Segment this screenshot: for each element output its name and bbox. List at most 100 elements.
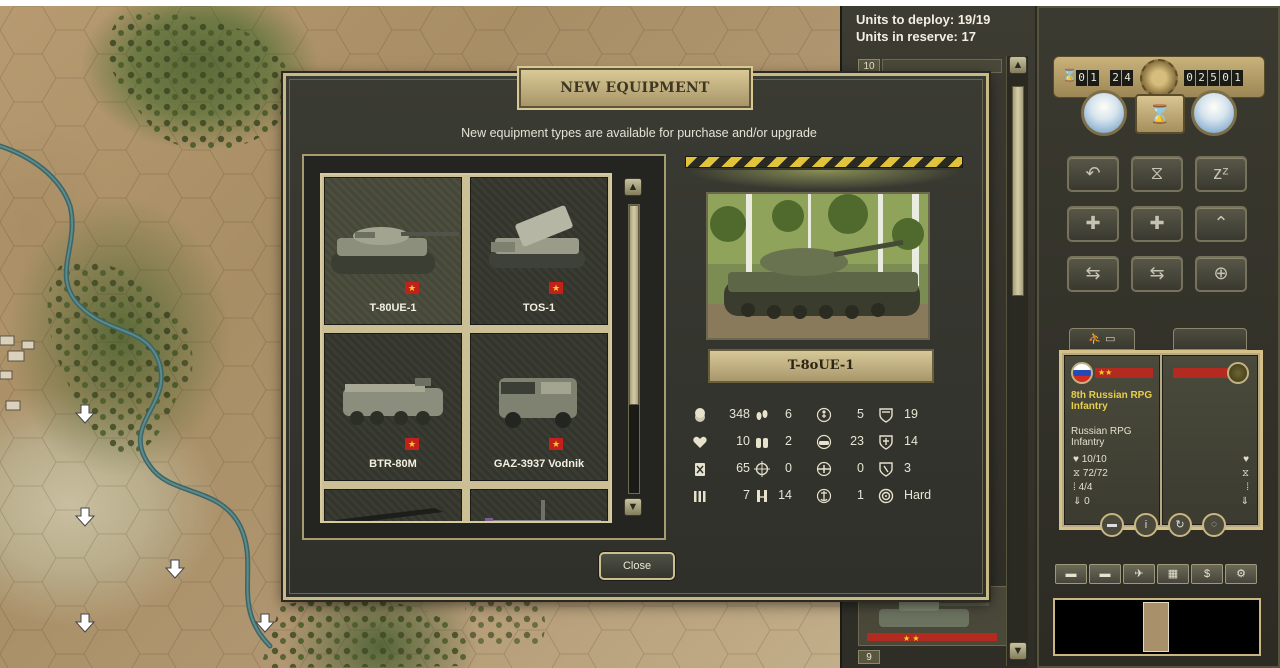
supply-button[interactable]: ⧖ <box>1131 156 1183 192</box>
flag-icon: ★ <box>549 438 563 450</box>
embark-button[interactable]: ⇆ <box>1067 256 1119 292</box>
naval-target-icon <box>816 488 832 504</box>
card-buttons: ▬ i ↻ ◌ <box>1100 513 1230 539</box>
scroll-thumb[interactable] <box>629 205 639 405</box>
rank-stars: ★★ <box>1095 368 1153 378</box>
ammo-icon: ⁞ <box>1246 482 1249 493</box>
dialog-subtitle: New equipment types are available for pu… <box>461 126 817 140</box>
scroll-up-button[interactable]: ▲ <box>1009 56 1027 74</box>
unit-type: Russian RPG Infantry <box>1071 426 1132 448</box>
turn-max: 24 <box>1110 68 1134 86</box>
scroll-thumb[interactable] <box>1012 86 1024 296</box>
purchase-button[interactable]: $ <box>1191 564 1223 584</box>
equipment-tile[interactable] <box>324 489 462 521</box>
air-filter-button[interactable]: ✈ <box>1123 564 1155 584</box>
transport-button[interactable]: ⇆ <box>1131 256 1183 292</box>
equipment-tile[interactable]: ★ TOS-1 <box>470 177 608 325</box>
hourglass-icon: ⌛ <box>1062 68 1077 82</box>
flag-icon: ★ <box>405 438 419 450</box>
upgrade-button[interactable]: ⌃ <box>1195 206 1247 242</box>
unit-info-card: ★★ 8th Russian RPG Infantry Russian RPG … <box>1059 350 1263 537</box>
weather-gauge-icon[interactable] <box>1191 90 1237 136</box>
stat-item: 14 <box>754 485 792 505</box>
turn-counter-plate: ⌛ 01 24 02501 <box>1053 56 1265 98</box>
stat-item: 0 <box>754 458 792 478</box>
t80-tank-icon <box>331 227 459 274</box>
experience-icon: ⇓ <box>1240 496 1249 507</box>
hard-target-icon <box>816 434 832 450</box>
coins-icon <box>692 407 708 423</box>
target-button[interactable]: ⊕ <box>1195 256 1247 292</box>
settings-button[interactable]: ⚙ <box>1225 564 1257 584</box>
stat-item: 7 <box>692 485 750 505</box>
fuel-icon: ⧖ <box>1241 468 1249 479</box>
minimap[interactable] <box>1053 598 1261 656</box>
scroll-track[interactable] <box>628 204 640 494</box>
heart-icon <box>692 434 708 450</box>
stat-item: Hard <box>878 485 944 505</box>
minimap-viewport[interactable] <box>1143 602 1169 652</box>
close-button[interactable]: Close <box>599 552 675 580</box>
stat-item: 0 <box>816 458 864 478</box>
tab-infantry[interactable]: ⛹ ▭ <box>1069 328 1135 350</box>
tos1-launcher-icon <box>489 205 585 268</box>
unit-stats: 348 6 5 19 10 2 23 14 65 0 0 3 7 14 1 Hard <box>692 404 962 516</box>
stat-value: 6 <box>785 407 792 421</box>
reinforce-button[interactable]: ✚ <box>1067 206 1119 242</box>
end-turn-hourglass-icon[interactable]: ⌛ <box>1135 94 1185 134</box>
command-panel: ⌛ 01 24 02501 ⌛ ↶ ⧖ zᶻ ✚ ✚ ⌃ ⇆ ⇆ ⊕ ⛹ ▭ ★… <box>1037 6 1280 668</box>
stat-value: Hard <box>904 488 932 502</box>
rank-stars <box>1173 368 1233 378</box>
weather-gauge-icon[interactable] <box>1081 90 1127 136</box>
target-type-icon <box>878 488 894 504</box>
chat-icon[interactable]: ◌ <box>1202 513 1226 537</box>
binoculars-icon <box>754 434 770 450</box>
new-equipment-dialog: NEW EQUIPMENT New equipment types are av… <box>283 66 989 600</box>
grid-button[interactable]: ▦ <box>1157 564 1189 584</box>
gear-icon[interactable] <box>1140 59 1178 97</box>
spotlight <box>686 170 962 190</box>
scroll-down-button[interactable]: ▼ <box>624 498 642 516</box>
equipment-tile[interactable]: ★ GAZ-3937 Vodnik <box>470 333 608 481</box>
equipment-list-panel: ★ T-80UE-1 ★ TOS-1 ★ BTR-80M ★ GAZ-3937 … <box>302 154 666 540</box>
units-in-reserve: Units in reserve: 17 <box>856 29 976 44</box>
tank-filter-button[interactable]: ▬ <box>1055 564 1087 584</box>
info-icon[interactable]: i <box>1134 513 1158 537</box>
equipment-tile[interactable]: ★ BTR-80M <box>324 333 462 481</box>
tab-transport[interactable] <box>1173 328 1247 350</box>
vehicle-filter-button[interactable]: ▬ <box>1089 564 1121 584</box>
equipment-name: T-80UE-1 <box>369 302 417 314</box>
unit-slot[interactable] <box>882 59 1002 73</box>
scroll-up-button[interactable]: ▲ <box>624 178 642 196</box>
stat-value: 3 <box>904 461 911 475</box>
deploy-arrow-icon <box>74 613 96 633</box>
rotate-icon[interactable]: ↻ <box>1168 513 1192 537</box>
list-scrollbar[interactable]: ▲ ▼ <box>624 178 644 518</box>
stat-item: 19 <box>878 404 944 424</box>
equipment-tile[interactable] <box>470 489 608 521</box>
ammo-icon <box>692 488 708 504</box>
stat-item: 14 <box>878 431 944 451</box>
heart-icon: ♥ <box>1243 454 1249 465</box>
undo-button[interactable]: ↶ <box>1067 156 1119 192</box>
t80-photo-icon <box>708 194 928 338</box>
unit-photo <box>706 192 930 340</box>
sleep-button[interactable]: zᶻ <box>1195 156 1247 192</box>
shield-icon <box>878 407 894 423</box>
deploy-scrollbar[interactable]: ▲ ▼ <box>1006 56 1028 666</box>
stat-item: 3 <box>878 458 944 478</box>
unit-card-transport: ♥ ⧖ ⁞ ⇓ <box>1162 355 1258 525</box>
unit-name: 8th Russian RPG Infantry <box>1071 390 1153 412</box>
soft-target-icon <box>816 407 832 423</box>
hazard-stripe <box>685 156 963 168</box>
tank-view-icon[interactable]: ▬ <box>1100 513 1124 537</box>
scroll-down-button[interactable]: ▼ <box>1009 642 1027 660</box>
equipment-tile[interactable]: ★ T-80UE-1 <box>324 177 462 325</box>
empty-flag-icon <box>1227 362 1249 384</box>
unit-card-main: ★★ 8th Russian RPG Infantry Russian RPG … <box>1064 355 1160 525</box>
stat-value: 65 <box>736 461 750 475</box>
equipment-name: GAZ-3937 Vodnik <box>493 458 585 470</box>
deploy-arrow-icon <box>164 559 186 579</box>
elite-reinforce-button[interactable]: ✚ <box>1131 206 1183 242</box>
stat-item: 1 <box>816 485 864 505</box>
